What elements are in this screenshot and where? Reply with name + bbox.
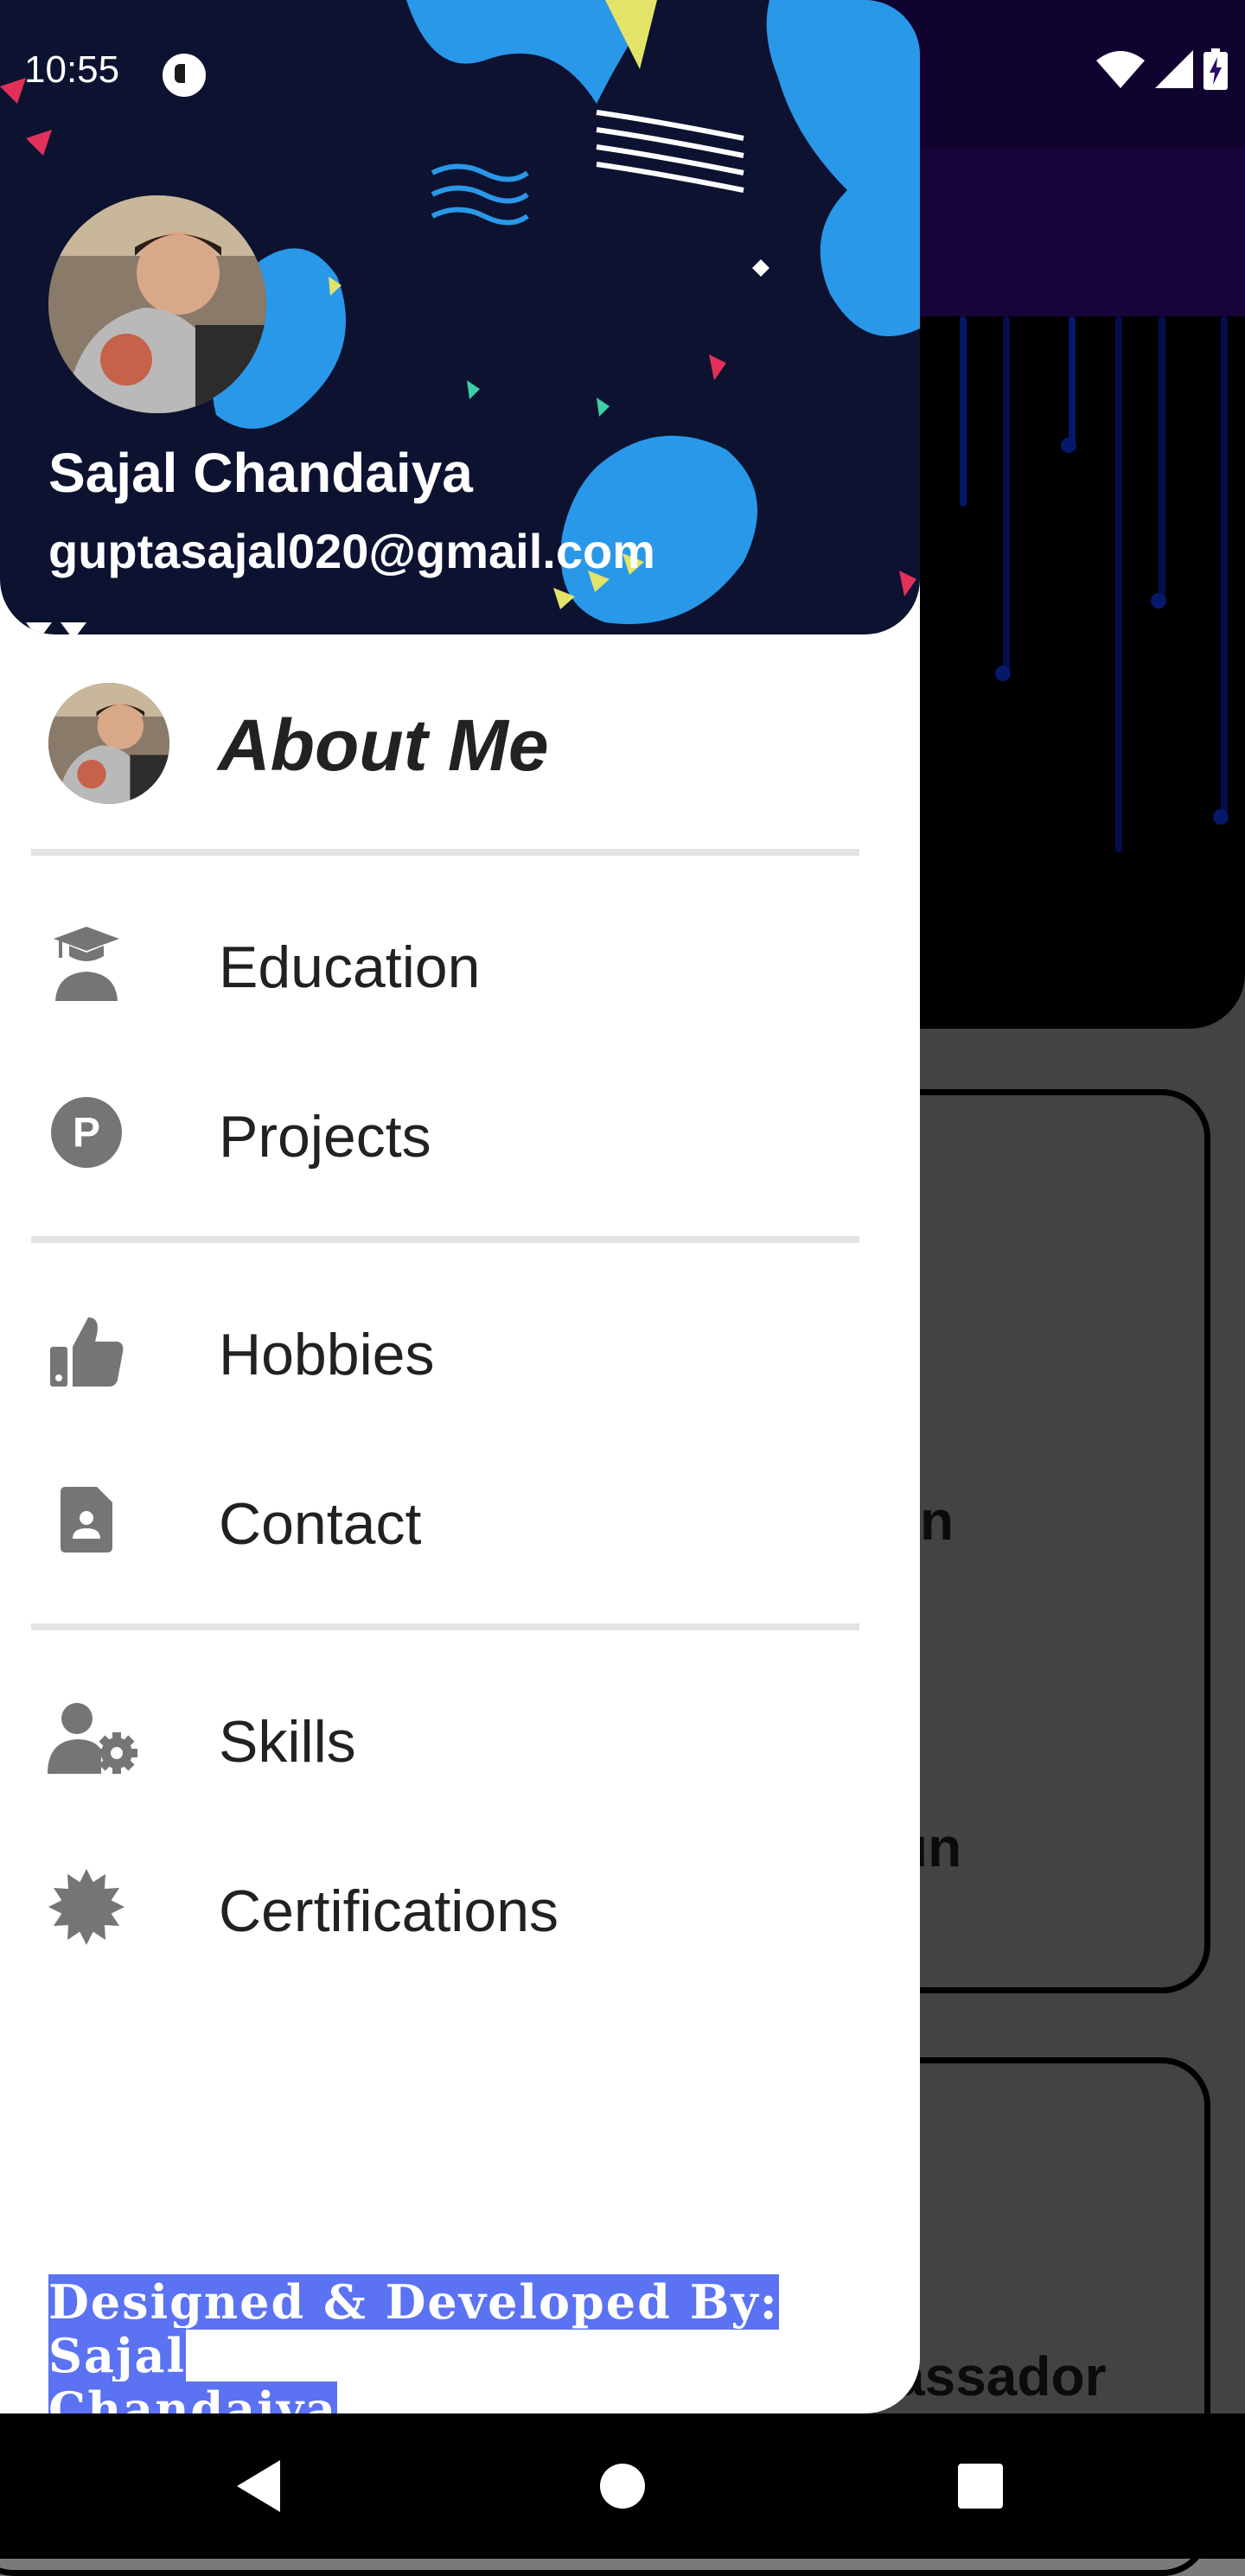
drawer-item-projects[interactable]: P Projects	[0, 1048, 920, 1217]
p-circle-icon: P	[45, 1091, 128, 1174]
back-button[interactable]	[173, 2413, 346, 2559]
certificate-badge-icon	[45, 1865, 128, 1948]
graduate-icon	[45, 921, 128, 1004]
skills-label: Skills	[219, 1709, 356, 1775]
recents-icon	[958, 2464, 1003, 2509]
status-bar: 10:55	[0, 0, 1245, 149]
menu-divider	[31, 1236, 859, 1243]
home-icon	[600, 2464, 645, 2509]
drawer-item-skills[interactable]: Skills	[0, 1653, 920, 1822]
notification-icon	[163, 54, 206, 97]
svg-text:P: P	[73, 1110, 100, 1156]
profile-email: guptasajal020@gmail.com	[48, 524, 655, 578]
contact-card-icon	[45, 1478, 128, 1561]
thumbs-up-icon	[45, 1309, 128, 1392]
menu-divider	[31, 849, 859, 856]
drawer-item-hobbies[interactable]: Hobbies	[0, 1266, 920, 1435]
credit-line-2: Chandaiya	[48, 2382, 338, 2413]
drawer-item-certifications[interactable]: Certifications	[0, 1822, 920, 1992]
projects-label: Projects	[219, 1104, 431, 1170]
drawer-item-contact[interactable]: Contact	[0, 1435, 920, 1604]
about-me-avatar	[48, 683, 169, 804]
user-gear-icon	[45, 1696, 140, 1779]
profile-photo	[48, 195, 266, 413]
menu-divider	[31, 1623, 859, 1630]
drawer-item-about-me[interactable]: About Me	[0, 666, 920, 821]
profile-avatar[interactable]	[48, 195, 266, 413]
profile-name: Sajal Chandaiya	[48, 442, 473, 504]
profile-photo-small	[48, 683, 169, 804]
system-nav-bar	[0, 2413, 1245, 2559]
home-button[interactable]	[536, 2413, 709, 2559]
certifications-label: Certifications	[219, 1878, 559, 1944]
battery-icon	[1204, 48, 1228, 90]
developer-credit: Designed & Developed By: Sajal Chandaiya	[48, 2274, 809, 2413]
recents-button[interactable]	[894, 2413, 1067, 2559]
credit-line-1: Designed & Developed By: Sajal	[48, 2274, 779, 2383]
status-time: 10:55	[24, 48, 120, 91]
drawer-item-education[interactable]: Education	[0, 878, 920, 1048]
hobbies-label: Hobbies	[219, 1322, 435, 1387]
wifi-icon	[1096, 51, 1145, 88]
navigation-drawer: Sajal Chandaiya guptasajal020@gmail.com …	[0, 0, 920, 2413]
about-me-label: About Me	[218, 705, 549, 786]
contact-label: Contact	[219, 1491, 422, 1557]
back-icon	[237, 2460, 280, 2512]
education-label: Education	[219, 934, 481, 1000]
signal-icon	[1155, 50, 1193, 88]
